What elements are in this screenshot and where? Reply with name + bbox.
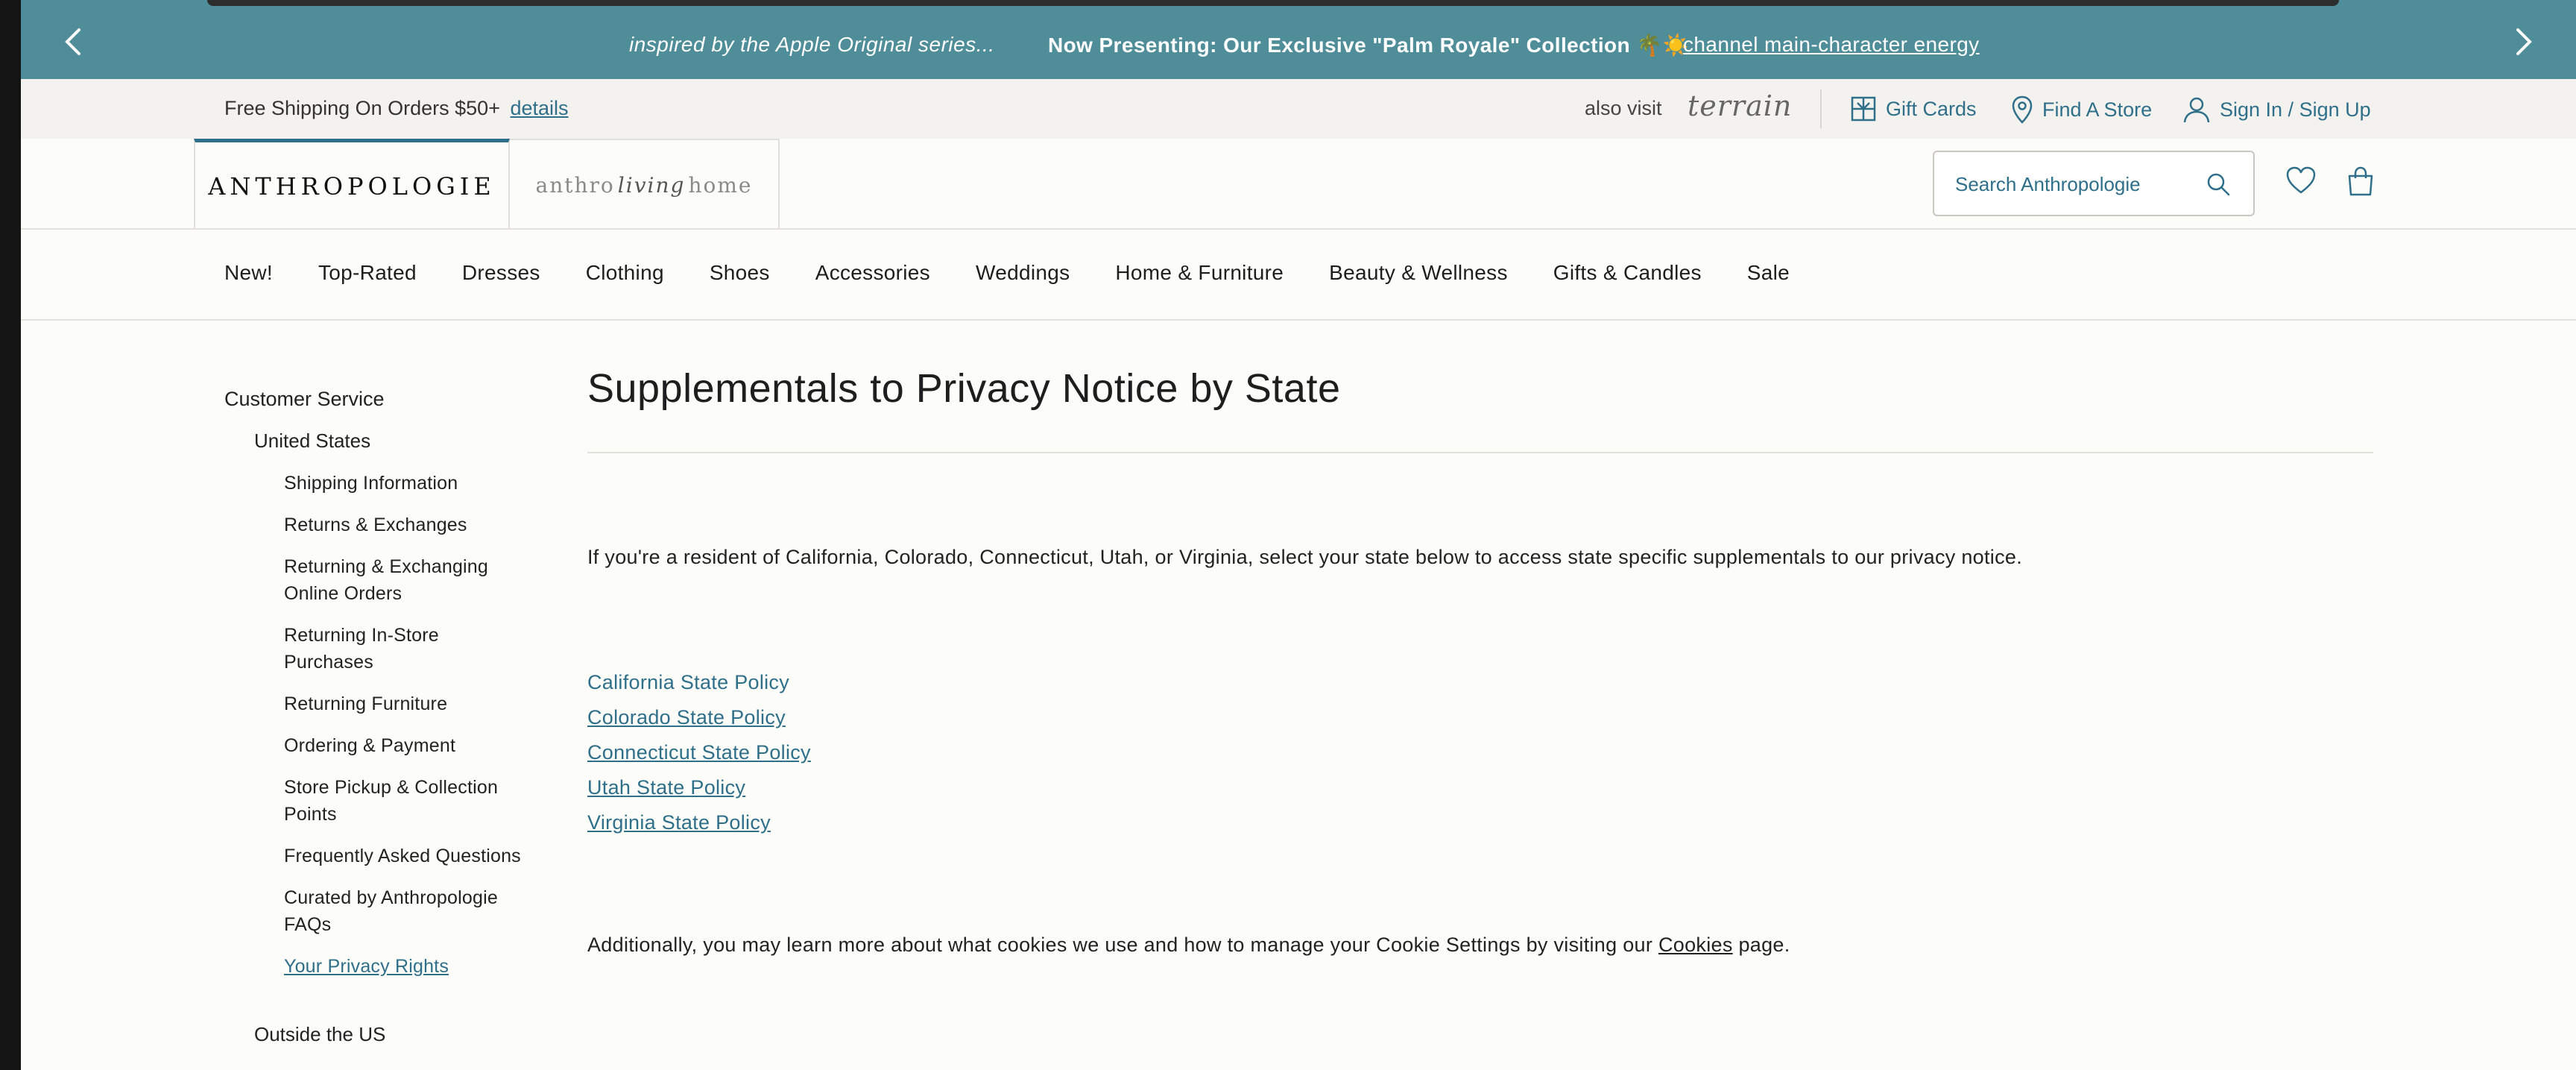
nav-list: New! Top-Rated Dresses Clothing Shoes Ac… [224,261,1835,285]
cookies-link[interactable]: Cookies [1658,934,1733,956]
site-header: ANTHROPOLOGIE anthro living home [21,139,2576,230]
also-visit-label: also visit [1585,97,1662,119]
nav-item-dresses[interactable]: Dresses [462,261,540,285]
gift-card-icon [1851,96,1876,122]
find-store-label: Find A Store [2042,98,2153,121]
nav-item-gifts-candles[interactable]: Gifts & Candles [1553,261,1702,285]
promo-link[interactable]: channel main-character energy [1683,33,1980,57]
shipping-text: Free Shipping On Orders $50+ [224,97,500,119]
living-logo-right: home [688,172,753,198]
browser-bar-edge [207,0,2339,6]
sidebar-item-shipping[interactable]: Shipping Information [284,470,530,497]
sidebar-item-faq[interactable]: Frequently Asked Questions [284,843,530,869]
sidebar-title[interactable]: Customer Service [224,388,385,411]
heart-icon [2286,166,2316,194]
sidebar-list: Shipping Information Returns & Exchanges… [284,470,530,995]
shopping-bag-icon [2348,166,2373,196]
utah-policy-link[interactable]: Utah State Policy [587,776,745,799]
search-box [1933,151,2255,216]
shipping-notice: Free Shipping On Orders $50+ details [224,97,569,120]
page: inspired by the Apple Original series...… [21,0,2576,1070]
promo-prev-button[interactable] [58,27,88,57]
main-nav: New! Top-Rated Dresses Clothing Shoes Ac… [21,230,2576,321]
utility-bar: Free Shipping On Orders $50+ details als… [21,79,2576,139]
nav-item-clothing[interactable]: Clothing [586,261,664,285]
cookies-text-before: Additionally, you may learn more about w… [587,934,1653,956]
list-item: Connecticut State Policy [587,735,811,770]
nav-item-top-rated[interactable]: Top-Rated [318,261,417,285]
promo-message-2: Now Presenting: Our Exclusive "Palm Roya… [1048,34,1689,57]
gift-cards-link[interactable]: Gift Cards [1850,95,1977,122]
anthro-living-logo[interactable]: anthro living home [510,139,780,230]
nav-item-weddings[interactable]: Weddings [976,261,1070,285]
find-store-link[interactable]: Find A Store [2011,95,2152,124]
nav-item-sale[interactable]: Sale [1747,261,1790,285]
title-divider [587,452,2373,453]
location-pin-icon [2012,95,2033,124]
sidebar-item-ordering[interactable]: Ordering & Payment [284,732,530,759]
user-icon [2183,97,2210,123]
connecticut-policy-link[interactable]: Connecticut State Policy [587,741,811,764]
sidebar-region-outside-us[interactable]: Outside the US [254,1023,385,1046]
nav-item-accessories[interactable]: Accessories [815,261,930,285]
nav-item-beauty-wellness[interactable]: Beauty & Wellness [1329,261,1508,285]
shipping-details-link[interactable]: details [510,97,568,119]
living-logo-left: anthro [535,172,615,198]
list-item: Virginia State Policy [587,805,811,840]
colorado-policy-link[interactable]: Colorado State Policy [587,706,786,728]
california-policy-link[interactable]: California State Policy [587,671,789,693]
sidebar-item-privacy-rights[interactable]: Your Privacy Rights [284,953,530,980]
living-logo-script: living [617,172,686,198]
sign-in-label: Sign In / Sign Up [2220,98,2371,121]
sidebar-item-returning-furniture[interactable]: Returning Furniture [284,690,530,717]
page-title: Supplementals to Privacy Notice by State [587,366,1341,411]
virginia-policy-link[interactable]: Virginia State Policy [587,811,771,834]
sign-in-link[interactable]: Sign In / Sign Up [2182,95,2371,124]
sidebar-region-us[interactable]: United States [254,429,370,453]
search-icon [2207,173,2230,196]
nav-item-new[interactable]: New! [224,261,273,285]
cart-button[interactable] [2345,166,2376,197]
search-button[interactable] [2206,171,2231,197]
list-item: Utah State Policy [587,770,811,805]
promo-message-1: inspired by the Apple Original series... [629,33,995,56]
list-item: California State Policy [587,665,811,700]
intro-text: If you're a resident of California, Colo… [587,546,2022,568]
sidebar-item-returning-online[interactable]: Returning & Exchanging Online Orders [284,553,530,607]
sidebar-item-store-pickup[interactable]: Store Pickup & Collection Points [284,774,530,828]
wishlist-button[interactable] [2285,166,2317,195]
sidebar-item-returning-in-store[interactable]: Returning In-Store Purchases [284,622,530,676]
sidebar-item-curated-faq[interactable]: Curated by Anthropologie FAQs [284,884,530,938]
anthropologie-logo[interactable]: ANTHROPOLOGIE [194,139,510,230]
nav-item-home-furniture[interactable]: Home & Furniture [1115,261,1284,285]
window-edge [0,0,21,1070]
chevron-right-icon [2516,28,2532,55]
terrain-logo-link[interactable]: terrain [1688,89,1792,122]
nav-item-shoes[interactable]: Shoes [710,261,770,285]
state-policy-list: California State Policy Colorado State P… [587,665,811,840]
list-item: Colorado State Policy [587,700,811,735]
promo-banner: inspired by the Apple Original series...… [21,0,2576,79]
cookies-text: Additionally, you may learn more about w… [587,934,1790,957]
sidebar-item-returns[interactable]: Returns & Exchanges [284,512,530,538]
utility-divider [1820,89,1822,128]
gift-cards-label: Gift Cards [1886,97,1977,120]
search-input[interactable] [1955,169,2201,200]
cookies-text-after: page. [1738,934,1790,956]
chevron-left-icon [65,28,80,55]
promo-next-button[interactable] [2509,27,2539,57]
